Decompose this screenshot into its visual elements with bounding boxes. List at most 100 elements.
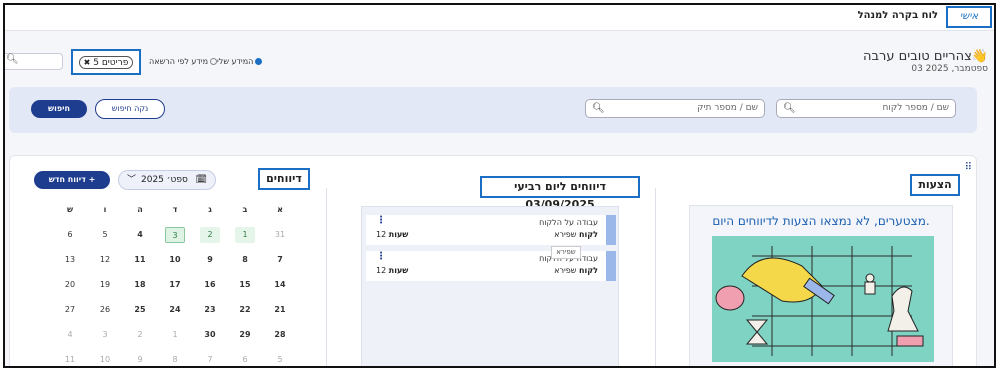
search-icon: 🔍︎ — [6, 54, 19, 65]
calendar-day[interactable]: 24 — [165, 302, 185, 318]
chess-illustration — [712, 236, 934, 362]
report-client-name: שפירא — [554, 266, 577, 275]
weekday-header: א — [277, 205, 283, 214]
radio-by-permission[interactable]: מידע לפי הרשאה — [149, 57, 217, 66]
calendar-day[interactable]: 8 — [165, 352, 185, 366]
calendar-day[interactable]: 20 — [60, 277, 80, 293]
chevron-down-icon: ﹀ — [127, 175, 137, 185]
calendar-day[interactable]: 18 — [130, 277, 150, 293]
calendar-day[interactable]: 7 — [270, 252, 290, 268]
report-client: לקוח שפירא — [554, 266, 598, 275]
search-icon: 🔍︎ — [783, 103, 796, 114]
calendar-day[interactable]: 16 — [200, 277, 220, 293]
items-chip-highlight: ✖ 5 פריטים — [71, 49, 141, 75]
radio-by-permission-label: מידע לפי הרשאה — [149, 57, 208, 66]
calendar-day[interactable]: 1 — [165, 327, 185, 343]
calendar-day[interactable]: 29 — [235, 327, 255, 343]
calendar-day[interactable]: 6 — [60, 227, 80, 243]
search-icon: 🔍︎ — [592, 103, 605, 114]
calendar-day[interactable]: 19 — [95, 277, 115, 293]
scope-filter-row: 🔍︎ ✖ 5 פריטים מידע לפי הרשאה המידע שלי — [5, 49, 705, 75]
tab-manager-dashboard[interactable]: לוח בקרה למנהל — [858, 10, 938, 21]
calendar-day[interactable]: 6 — [235, 352, 255, 366]
calendar-day[interactable]: 10 — [95, 352, 115, 366]
weekday-header: ש — [66, 205, 74, 214]
calendar-day[interactable]: 5 — [95, 227, 115, 243]
customer-search-input[interactable]: 🔍︎ שם / מספר לקוח — [776, 99, 956, 118]
month-label: ספט׳ 2025 — [141, 175, 188, 185]
calendar-day[interactable]: 9 — [130, 352, 150, 366]
report-hours: 12 שעות — [376, 230, 408, 239]
calendar-day[interactable]: 4 — [130, 227, 150, 243]
calendar-day[interactable]: 14 — [270, 277, 290, 293]
calendar-day[interactable]: 1 — [235, 227, 255, 243]
report-item[interactable]: ⋮ עבודה על הלקוח לקוח שפירא 12 שעות — [366, 215, 616, 245]
month-selector[interactable]: ﹀ ספט׳ 2025 🗓︎ — [118, 170, 216, 190]
calendar-day[interactable]: 13 — [60, 252, 80, 268]
calendar-day[interactable]: 30 — [200, 327, 220, 343]
more-options-icon[interactable]: ⋮ — [376, 215, 386, 226]
calendar-day[interactable]: 21 — [270, 302, 290, 318]
report-hours-value: 12 — [376, 266, 387, 275]
close-icon[interactable]: ✖ — [84, 58, 91, 67]
calendar-day[interactable]: 23 — [200, 302, 220, 318]
radio-circle-icon — [210, 58, 217, 65]
calendar-day[interactable]: 22 — [235, 302, 255, 318]
calendar-day[interactable]: 3 — [165, 227, 185, 243]
calendar-day[interactable]: 25 — [130, 302, 150, 318]
weekday-header: ה — [137, 205, 143, 214]
search-bar-panel: חיפוש נקה חיפוש 🔍︎ שם / מספר תיק 🔍︎ שם /… — [9, 87, 977, 133]
report-task: עבודה על הלקוח — [539, 218, 598, 227]
quick-search-input[interactable]: 🔍︎ — [5, 53, 63, 70]
suggestions-empty-message: מצטערים, לא נמצאו הצעות לדיווחים היום. — [712, 214, 930, 228]
suggestions-card: מצטערים, לא נמצאו הצעות לדיווחים היום. — [689, 205, 953, 366]
items-chip-label: 5 פריטים — [93, 58, 129, 68]
report-hours-label: שעות — [388, 230, 409, 239]
column-divider — [655, 188, 656, 366]
calendar-day[interactable]: 8 — [235, 252, 255, 268]
customer-search-placeholder: שם / מספר לקוח — [882, 103, 949, 113]
weekday-header: ו — [103, 205, 107, 214]
case-search-input[interactable]: 🔍︎ שם / מספר תיק — [585, 99, 765, 118]
top-navigation: אישי לוח בקרה למנהל — [5, 5, 994, 31]
calendar-day[interactable]: 12 — [95, 252, 115, 268]
calendar-day[interactable]: 9 — [200, 252, 220, 268]
search-button[interactable]: חיפוש — [31, 100, 87, 118]
calendar-icon: 🗓︎ — [195, 175, 207, 185]
radio-my-info[interactable]: המידע שלי — [217, 57, 263, 66]
more-options-icon[interactable]: ⋮ — [376, 251, 386, 262]
daily-reports-title: דיווחים ליום רביעי 03/09/2025 — [480, 176, 640, 211]
calendar-day[interactable]: 5 — [270, 352, 290, 366]
items-chip[interactable]: ✖ 5 פריטים — [79, 56, 133, 69]
daily-reports-list: ⋮ עבודה על הלקוח לקוח שפירא 12 שעות ⋮ עב… — [361, 206, 619, 366]
calendar-day[interactable]: 26 — [95, 302, 115, 318]
report-client-label: לקוח — [579, 266, 598, 275]
calendar-day[interactable]: 31 — [270, 227, 290, 243]
tab-personal[interactable]: אישי — [946, 6, 992, 28]
calendar-day[interactable]: 15 — [235, 277, 255, 293]
suggestions-title: הצעות — [910, 174, 960, 196]
greeting-block: צהריים טובים ערבה👋 03 ספטמבר, 2025 — [863, 49, 988, 74]
app-window: אישי לוח בקרה למנהל צהריים טובים ערבה👋 0… — [3, 3, 996, 368]
calendar-day[interactable]: 2 — [200, 227, 220, 243]
case-search-placeholder: שם / מספר תיק — [697, 103, 758, 113]
weekday-header: ד — [172, 205, 178, 214]
calendar-day[interactable]: 7 — [200, 352, 220, 366]
current-date: 03 ספטמבר, 2025 — [911, 64, 988, 74]
calendar-day[interactable]: 2 — [130, 327, 150, 343]
report-hours-label: שעות — [388, 266, 409, 275]
calendar-day[interactable]: 28 — [270, 327, 290, 343]
calendar-day[interactable]: 27 — [60, 302, 80, 318]
new-report-button[interactable]: דיווח חדש + — [34, 171, 110, 189]
client-tooltip: שפירא — [551, 246, 581, 259]
calendar-day[interactable]: 11 — [60, 352, 80, 366]
radio-my-info-label: המידע שלי — [217, 57, 254, 66]
clear-search-button[interactable]: נקה חיפוש — [95, 99, 165, 119]
calendar-day[interactable]: 4 — [60, 327, 80, 343]
calendar-day[interactable]: 11 — [130, 252, 150, 268]
calendar-day[interactable]: 3 — [95, 327, 115, 343]
drag-grid-icon[interactable]: ⠿ — [965, 162, 972, 173]
calendar-day[interactable]: 10 — [165, 252, 185, 268]
radio-selected-icon — [255, 58, 263, 65]
calendar-day[interactable]: 17 — [165, 277, 185, 293]
